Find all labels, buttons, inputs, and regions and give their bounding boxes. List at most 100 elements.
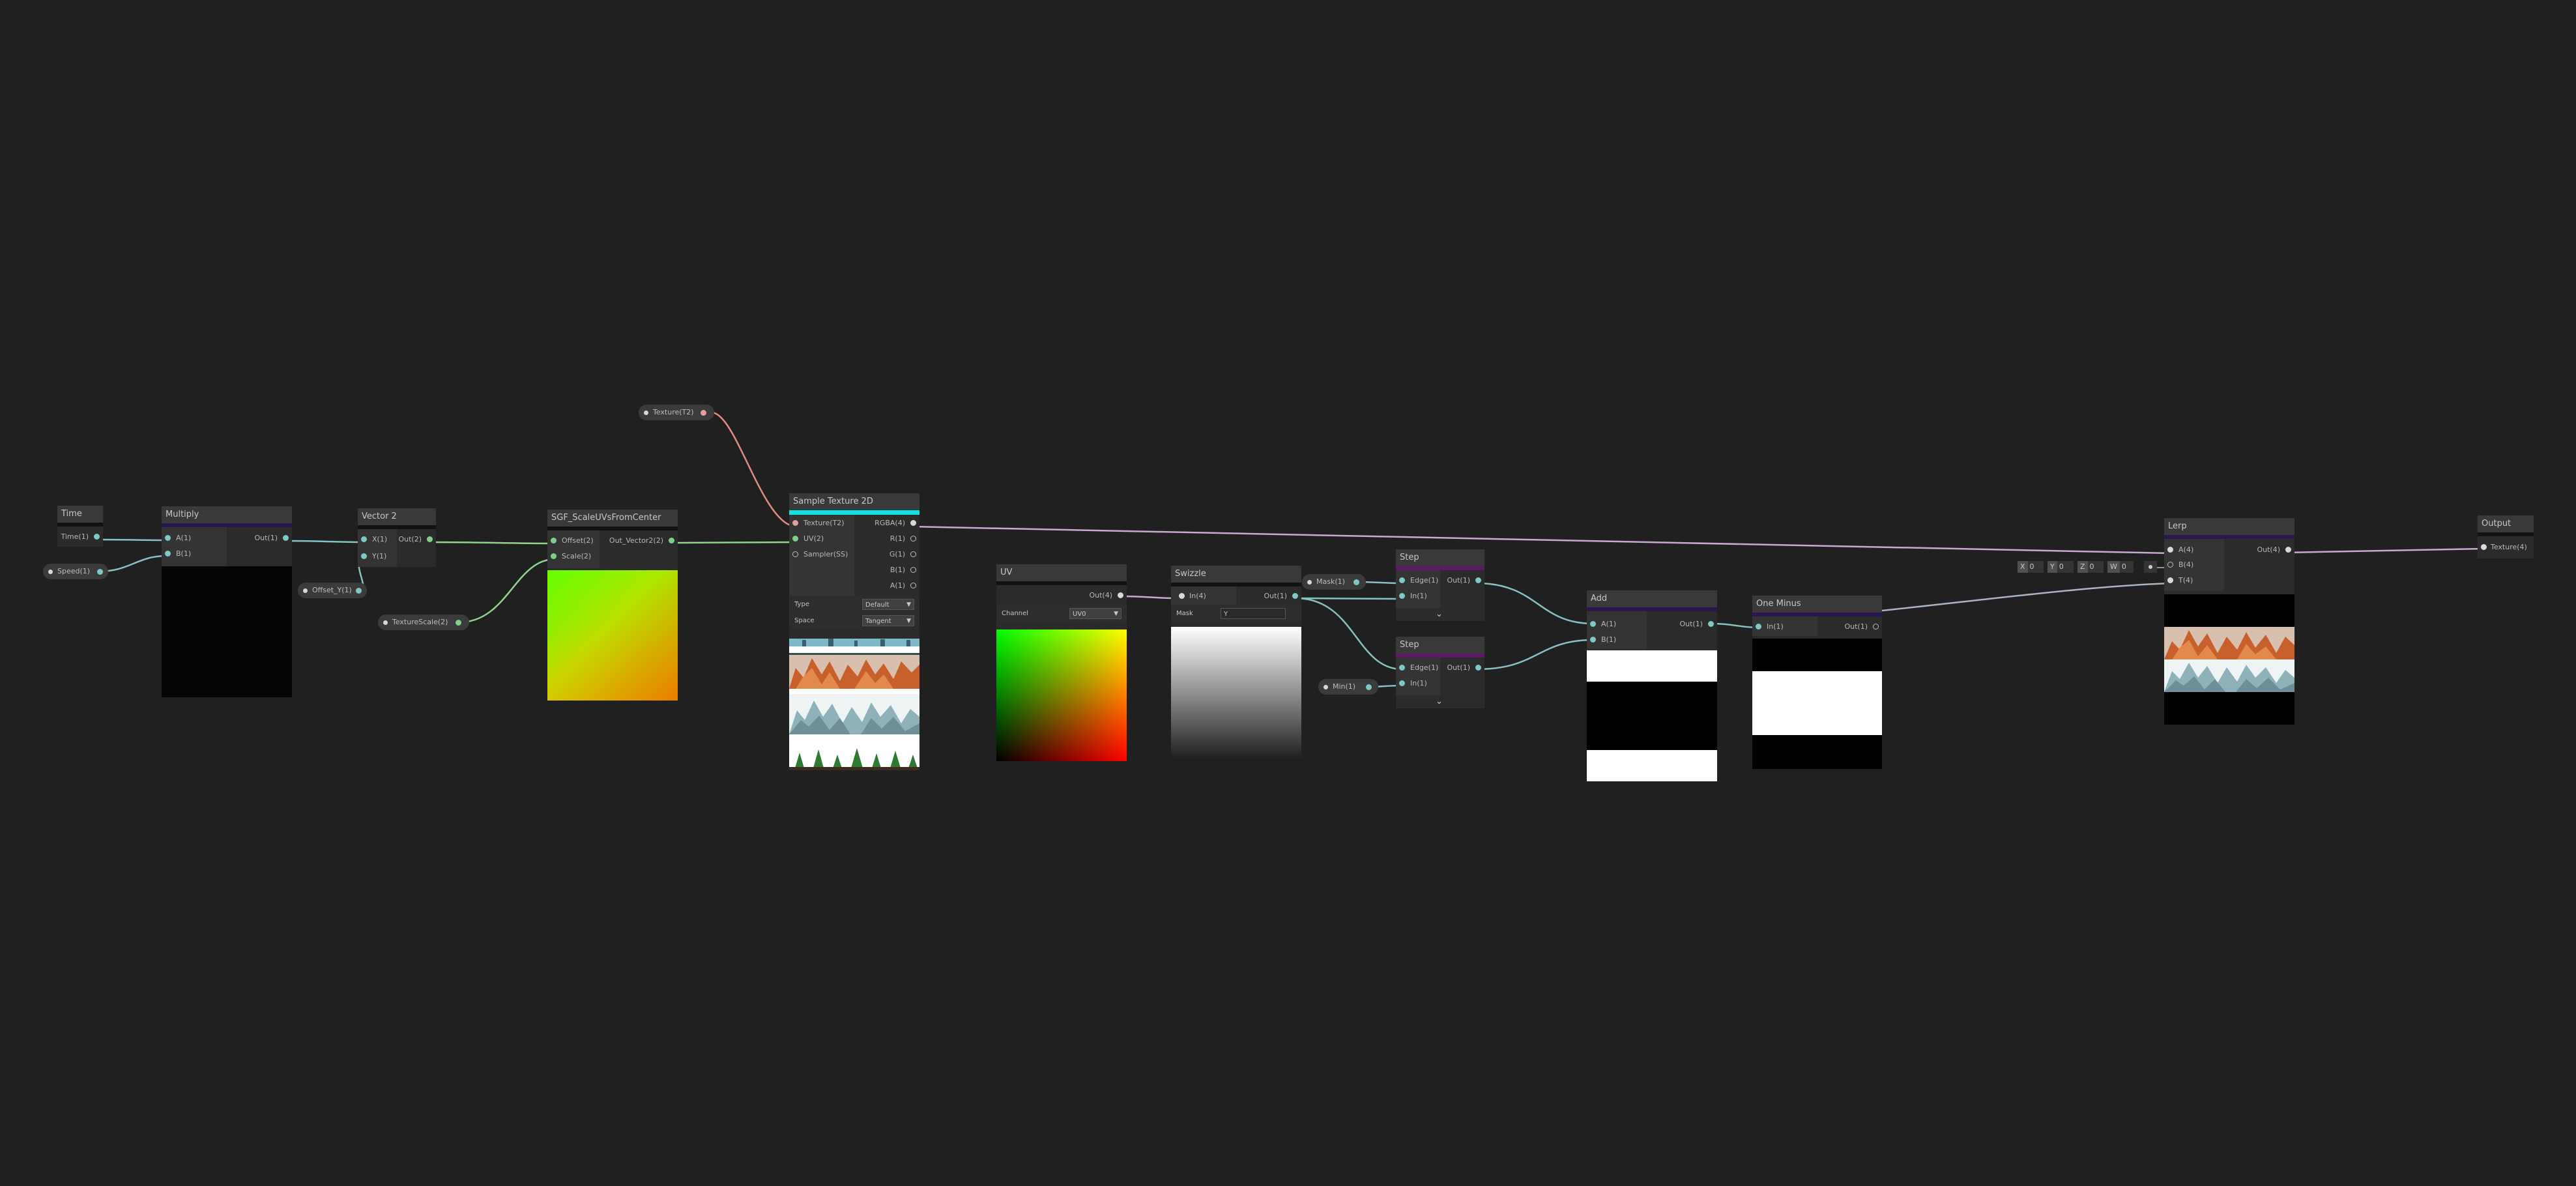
chevron-down-icon[interactable]: ⌄ <box>1436 697 1443 706</box>
input-port-sampler[interactable] <box>792 551 798 557</box>
output-port-a[interactable] <box>910 583 916 588</box>
output-port[interactable] <box>1475 665 1481 671</box>
input-label-b: B(1) <box>176 549 192 558</box>
input-port-b[interactable] <box>2167 562 2173 568</box>
output-label-r: R(1) <box>890 534 905 543</box>
input-port-edge[interactable] <box>1399 577 1405 583</box>
texture-property-node[interactable]: Texture(T2) <box>639 405 714 420</box>
sgf-scaleuvs-node[interactable]: SGF_ScaleUVsFromCenter Offset(2) Out_Vec… <box>547 510 678 701</box>
wire-speed-to-multiply-b[interactable] <box>97 555 167 573</box>
output-port[interactable] <box>356 587 362 594</box>
output-port[interactable] <box>669 538 674 543</box>
wire-sample-rgba-to-lerp-a[interactable] <box>910 525 2171 555</box>
wire-texture-to-sample-texture[interactable] <box>711 411 797 528</box>
output-port-r[interactable] <box>910 536 916 542</box>
input-port-y[interactable] <box>361 553 367 559</box>
input-port-x[interactable] <box>361 536 367 542</box>
input-port-in[interactable] <box>1399 680 1405 686</box>
min-property-node[interactable]: Min(1) <box>1318 679 1378 695</box>
input-port-in[interactable] <box>1399 593 1405 599</box>
offset-property-node[interactable]: Offset_Y(1) <box>298 583 367 598</box>
uv-node[interactable]: UV Out(4) Channel UV0 ▼ <box>996 564 1127 761</box>
wire-oneminus-to-lerp-t[interactable] <box>1881 582 2171 612</box>
wire-swizzle-to-step1-in[interactable] <box>1295 597 1403 600</box>
wire-swizzle-to-step2-edge[interactable] <box>1295 597 1403 671</box>
input-port[interactable] <box>1756 624 1761 629</box>
wire-multiply-to-vector2-x[interactable] <box>286 540 366 543</box>
time-node[interactable]: Time Time(1) <box>57 506 103 547</box>
input-port-a[interactable] <box>1590 621 1596 627</box>
step-node-1[interactable]: Step Edge(1) Out(1) In(1) ⌄ <box>1396 549 1484 621</box>
type-dropdown[interactable]: Default ▼ <box>862 599 914 610</box>
add-node[interactable]: Add A(1) Out(1) B(1) <box>1587 590 1717 781</box>
mask-field[interactable]: Y <box>1221 608 1286 619</box>
one-minus-node[interactable]: One Minus In(1) Out(1) <box>1752 596 1882 769</box>
node-title: Vector 2 <box>358 508 436 525</box>
space-dropdown[interactable]: Tangent ▼ <box>862 615 914 626</box>
lerp-b-y-field[interactable]: Y0 <box>2048 561 2074 573</box>
swizzle-node[interactable]: Swizzle In(4) Out(1) Mask Y <box>1171 566 1301 759</box>
wire-sgf-to-sample-uv[interactable] <box>671 541 797 544</box>
output-port[interactable] <box>97 568 103 575</box>
chevron-down-icon: ▼ <box>906 601 911 608</box>
wire-lerp-to-output[interactable] <box>2285 547 2485 554</box>
input-port-uv[interactable] <box>792 536 798 542</box>
output-port[interactable] <box>1708 621 1714 627</box>
input-port-texture[interactable] <box>792 520 798 526</box>
input-port-offset[interactable] <box>551 538 557 543</box>
output-port[interactable] <box>1353 579 1359 585</box>
output-port[interactable] <box>456 619 461 626</box>
w-value: 0 <box>2121 562 2126 571</box>
chevron-down-icon[interactable]: ⌄ <box>1436 609 1443 619</box>
wire-add-to-oneminus[interactable] <box>1710 622 1759 629</box>
property-dot-icon <box>303 588 308 593</box>
wire-step1-to-add-a[interactable] <box>1476 582 1594 625</box>
output-port[interactable] <box>1292 593 1298 599</box>
input-label: In(1) <box>1767 622 1784 631</box>
wire-texturescale-to-sgf-scale[interactable] <box>458 558 556 624</box>
lerp-b-x-field[interactable]: X0 <box>2018 561 2044 573</box>
mask-property-node[interactable]: Mask(1) <box>1302 574 1366 590</box>
output-port[interactable] <box>1873 624 1879 629</box>
input-port-a[interactable] <box>2167 547 2173 553</box>
wire-step2-to-add-b[interactable] <box>1476 639 1594 671</box>
input-port-b[interactable] <box>165 551 171 557</box>
output-port[interactable] <box>1118 592 1123 598</box>
output-port[interactable] <box>2285 547 2291 553</box>
lerp-node[interactable]: Lerp A(4) Out(4) B(4) T(4) <box>2164 518 2294 725</box>
output-port-rgba[interactable] <box>910 520 916 526</box>
output-label: Out(1) <box>1447 663 1470 672</box>
lerp-b-z-field[interactable]: Z0 <box>2077 561 2104 573</box>
input-port[interactable] <box>1179 593 1185 599</box>
lerp-b-connector <box>2144 561 2157 573</box>
output-port[interactable] <box>1366 684 1372 690</box>
input-port-edge[interactable] <box>1399 665 1405 671</box>
output-node[interactable]: Output Texture(4) <box>2478 515 2534 558</box>
output-port[interactable] <box>94 534 100 540</box>
speed-property-node[interactable]: Speed(1) <box>43 564 108 579</box>
output-label: Out(1) <box>1679 620 1703 628</box>
output-port-b[interactable] <box>910 567 916 573</box>
y-value: 0 <box>2059 562 2064 571</box>
channel-dropdown[interactable]: UV0 ▼ <box>1069 608 1122 619</box>
input-port-a[interactable] <box>165 535 171 541</box>
multiply-node[interactable]: Multiply A(1) Out(1) B(1) <box>162 506 292 697</box>
output-port[interactable] <box>427 536 433 542</box>
input-port-t[interactable] <box>2167 577 2173 583</box>
shader-graph-canvas[interactable]: Time Time(1) Speed(1) Multiply A(1) Out(… <box>0 0 2576 1186</box>
output-port-g[interactable] <box>910 551 916 557</box>
property-dot-icon <box>1307 579 1312 585</box>
sample-texture-2d-node[interactable]: Sample Texture 2D Texture(T2) RGBA(4) UV… <box>789 493 919 770</box>
input-port[interactable] <box>2481 544 2487 550</box>
wire-vector2-to-sgf-offset[interactable] <box>429 541 556 545</box>
step-node-2[interactable]: Step Edge(1) Out(1) In(1) ⌄ <box>1396 637 1484 708</box>
output-port[interactable] <box>283 535 289 541</box>
input-label-x: X(1) <box>372 535 388 543</box>
lerp-b-w-field[interactable]: W0 <box>2107 561 2134 573</box>
output-port[interactable] <box>1475 577 1481 583</box>
texturescale-property-node[interactable]: TextureScale(2) <box>378 615 469 630</box>
input-port-scale[interactable] <box>551 553 557 559</box>
input-port-b[interactable] <box>1590 637 1596 643</box>
output-port[interactable] <box>701 409 706 416</box>
vector2-node[interactable]: Vector 2 X(1) Out(2) Y(1) <box>358 508 436 567</box>
